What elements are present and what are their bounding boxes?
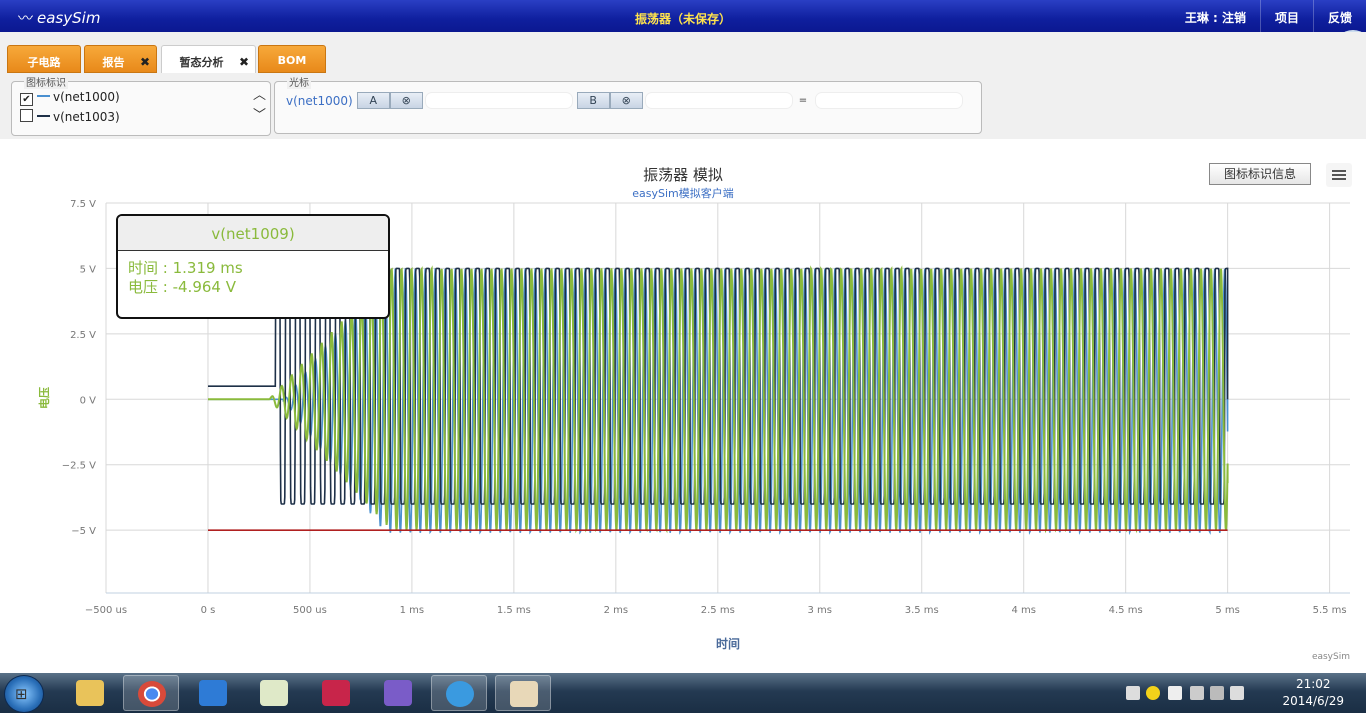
series-swatch [37,95,50,97]
tab-subcircuit[interactable]: 子电路 [7,45,81,73]
legend-panel: 图标标识 ✔ v(net1000) v(net1003) ︿ ﹀ [11,74,271,136]
clock-date: 2014/6/29 [1282,694,1344,708]
taskbar-app-book[interactable] [370,675,426,711]
cursor-signal[interactable]: v(net1000) [286,94,353,108]
taskbar: ⊞ 21:02 2014/6/29 [0,673,1366,713]
user-logout-link[interactable]: 王琳 : 注销 [1171,0,1260,32]
keyboard-icon[interactable] [1126,686,1140,700]
taskbar-app-red[interactable] [308,675,364,711]
cursor-panel-label: 光标 [287,74,311,89]
y-tick-label: 7.5 V [70,199,96,210]
y-tick-label: −2.5 V [62,461,96,472]
x-tick-label: 5 ms [1215,605,1240,616]
chevron-down-icon[interactable]: ﹀ [253,106,266,126]
chart-credits[interactable]: easySim [1312,652,1350,662]
x-tick-label: 3 ms [808,605,833,616]
x-tick-label: 500 us [293,605,327,616]
flag-icon[interactable] [1168,686,1182,700]
y-tick-label: 2.5 V [70,330,96,341]
x-tick-label: 2.5 ms [701,605,735,616]
cursor-a-field[interactable] [424,92,573,109]
tab-bom[interactable]: BOM [258,45,326,73]
cursor-b-button[interactable]: B [576,92,610,109]
close-icon[interactable]: ✖ [140,55,150,69]
legend-panel-label: 图标标识 [24,74,68,89]
y-tick-label: 0 V [80,395,97,406]
chart-container: 振荡器 模拟 easySim模拟客户端 图标标识信息 −500 us 0 s 500… [8,152,1358,672]
clear-cursor-a-icon[interactable]: ⊗ [389,92,423,109]
taskbar-app-g[interactable] [185,675,241,711]
x-tick-label: 2 ms [604,605,629,616]
taskbar-explorer[interactable] [62,675,118,711]
folder-icon [76,680,104,706]
legend-checkbox[interactable]: ✔ [20,93,33,106]
tooltip-time: 时间 : 1.319 ms [128,259,243,277]
tooltip-voltage: 电压 : -4.964 V [128,278,236,296]
x-tick-label: 1 ms [400,605,425,616]
taskbar-image[interactable] [495,675,551,711]
taskbar-ie[interactable] [431,675,487,711]
x-tick-label: 5.5 ms [1313,605,1347,616]
tooltip-series: v(net1009) [118,216,388,251]
cursor-delta-field[interactable] [815,92,964,109]
taskbar-notepad[interactable] [246,675,302,711]
book-icon [384,680,412,706]
windows-icon: ⊞ [15,685,28,703]
x-tick-label: 3.5 ms [905,605,939,616]
tab-transient-analysis[interactable]: 暂态分析 ✖ [161,45,256,74]
device-icon[interactable] [1190,686,1204,700]
equals-sign: = [798,95,808,106]
notepad-icon [260,680,288,706]
tab-report[interactable]: 报告 ✖ [84,45,157,73]
legend-item[interactable]: v(net1003) [20,109,120,124]
legend-checkbox[interactable] [20,109,33,122]
cursor-a-button[interactable]: A [356,92,390,109]
header-menu: 王琳 : 注销 项目 反馈 [1171,0,1366,32]
projects-link[interactable]: 项目 [1259,0,1313,32]
y-axis-label: 电压 [37,387,51,409]
x-tick-label: 1.5 ms [497,605,531,616]
cursor-row: v(net1000) A ⊗ B ⊗ = [286,92,964,109]
system-tray: 21:02 2014/6/29 [1106,673,1366,713]
feedback-link[interactable]: 反馈 [1312,0,1366,32]
volume-icon[interactable] [1230,686,1244,700]
add-icon[interactable] [1146,686,1160,700]
internet-explorer-icon [446,681,474,707]
y-tick-label: −5 V [71,526,96,537]
legend-scroll[interactable]: ︿ ﹀ [253,86,266,126]
chevron-up-icon[interactable]: ︿ [253,86,266,106]
y-tick-label: 5 V [80,264,97,275]
app-icon [199,680,227,706]
chrome-icon [138,681,166,707]
taskbar-chrome[interactable] [123,675,179,711]
network-icon[interactable] [1210,686,1224,700]
clock[interactable]: 21:02 2014/6/29 [1282,676,1344,710]
legend-item[interactable]: ✔ v(net1000) [20,90,120,106]
app-header: 〰 easySim 振荡器（未保存） 王琳 : 注销 项目 反馈 [0,0,1366,32]
x-axis-label: 时间 [716,636,740,651]
control-panel-area: 图标标识 ✔ v(net1000) v(net1003) ︿ ﹀ 光标 v(net… [0,73,1366,139]
document-title: 振荡器（未保存） [634,12,731,26]
chart-tooltip: v(net1009) 时间 : 1.319 ms 电压 : -4.964 V [116,214,390,319]
clear-cursor-b-icon[interactable]: ⊗ [609,92,643,109]
start-button[interactable]: ⊞ [4,675,44,713]
series-swatch [37,115,50,117]
app-icon [322,680,350,706]
x-tick-label: 4 ms [1011,605,1036,616]
x-tick-label: −500 us [85,605,127,616]
x-tick-label: 4.5 ms [1109,605,1143,616]
x-tick-label: 0 s [201,605,216,616]
close-icon[interactable]: ✖ [239,55,249,69]
cursor-b-field[interactable] [644,92,793,109]
tab-strip: 子电路 报告 ✖ 暂态分析 ✖ BOM [0,32,1366,74]
clock-time: 21:02 [1295,677,1331,691]
cursor-panel: 光标 v(net1000) A ⊗ B ⊗ = [274,74,982,134]
image-icon [510,681,538,707]
